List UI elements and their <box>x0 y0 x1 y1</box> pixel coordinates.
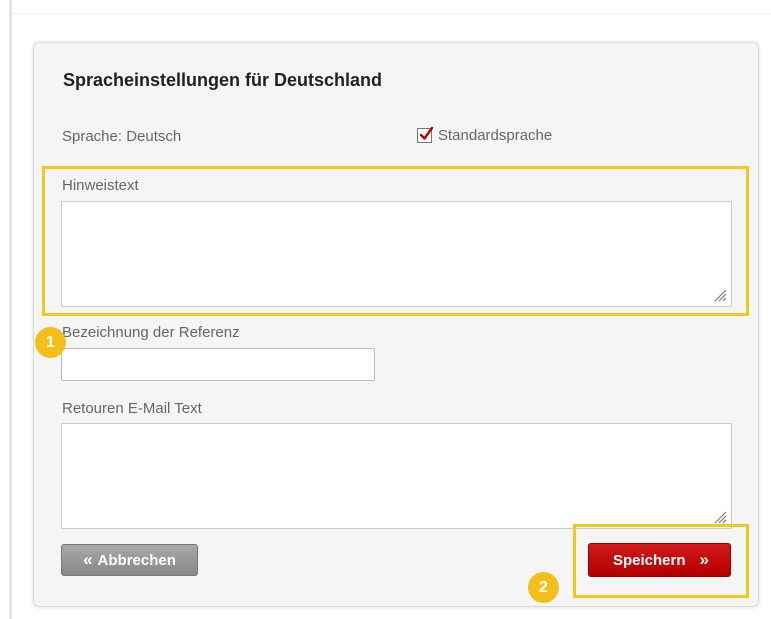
double-chevron-left-icon: « <box>83 550 93 569</box>
default-language-checkbox[interactable] <box>417 126 434 143</box>
page-left-border <box>9 0 12 619</box>
reference-name-label: Bezeichnung der Referenz <box>62 324 240 341</box>
checkmark-icon <box>419 126 434 140</box>
cancel-button[interactable]: « Abbrechen <box>61 544 198 576</box>
default-language-label: Standardsprache <box>438 127 553 144</box>
default-language-toggle[interactable]: Standardsprache <box>417 126 553 144</box>
resize-grip-icon[interactable] <box>711 508 727 524</box>
callout-badge-2: 2 <box>528 572 559 603</box>
return-email-text-label: Retouren E-Mail Text <box>62 400 202 417</box>
language-label: Sprache: Deutsch <box>62 128 182 145</box>
return-email-text-textarea[interactable] <box>61 423 732 529</box>
callout-badge-1: 1 <box>35 327 66 358</box>
callout-highlight-2 <box>573 524 749 598</box>
panel-heading: Spracheinstellungen für Deutschland <box>63 70 383 90</box>
page-top-divider <box>12 13 771 14</box>
reference-name-input[interactable] <box>61 348 375 381</box>
callout-highlight-1 <box>42 166 749 316</box>
cancel-button-label: Abbrechen <box>97 551 176 569</box>
